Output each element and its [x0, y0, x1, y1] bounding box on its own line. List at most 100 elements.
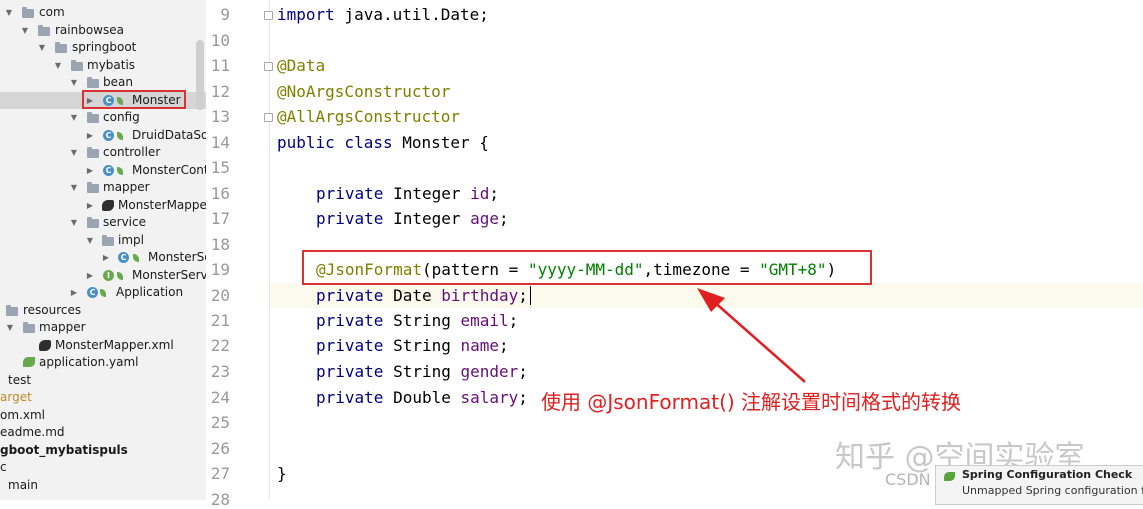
folder-icon — [71, 59, 83, 71]
chevron-down-icon[interactable]: ▼ — [4, 4, 14, 22]
code-token: private — [316, 388, 384, 407]
tree-item-label: config — [103, 110, 140, 124]
tree-item-monsterservice[interactable]: ▶ I MonsterServic — [0, 267, 206, 285]
chevron-right-icon[interactable]: ▶ — [85, 127, 95, 145]
code-token: private — [316, 362, 384, 381]
chevron-down-icon[interactable]: ▼ — [37, 39, 47, 57]
line-number: 14 — [210, 133, 230, 152]
chevron-right-icon[interactable]: ▶ — [85, 197, 95, 215]
line-number: 17 — [210, 209, 230, 228]
code-line-27[interactable]: } — [277, 464, 287, 483]
tree-item-mybatis[interactable]: ▼ mybatis — [0, 57, 206, 75]
tree-item-com[interactable]: ▼ com — [0, 4, 206, 22]
chevron-right-icon[interactable]: ▶ — [85, 162, 95, 180]
code-token: String — [383, 336, 461, 355]
tree-item-label: gboot_mybatispuls — [0, 442, 128, 457]
spring-config-notification[interactable]: Spring Configuration Check Unmapped Spri… — [935, 465, 1143, 505]
line-number: 20 — [210, 286, 230, 305]
tree-item-readme[interactable]: eadme.md — [0, 424, 206, 442]
fold-marker-icon[interactable] — [264, 11, 273, 20]
code-line-16[interactable]: private Integer id; — [316, 184, 499, 203]
tree-item-impl[interactable]: ▼ impl — [0, 232, 206, 250]
fold-marker-icon[interactable] — [264, 62, 273, 71]
chevron-down-icon[interactable]: ▼ — [5, 319, 15, 337]
chevron-down-icon[interactable]: ▼ — [53, 57, 63, 75]
tree-item-main[interactable]: main — [0, 477, 206, 495]
chevron-down-icon[interactable]: ▼ — [69, 144, 79, 162]
line-number: 25 — [210, 413, 230, 432]
chevron-down-icon[interactable]: ▼ — [69, 214, 79, 232]
code-line-20[interactable]: private Date birthday; — [316, 286, 528, 305]
tree-item-bean[interactable]: ▼ bean — [0, 74, 206, 92]
tree-item-label: DruidDataSour — [132, 127, 206, 142]
chevron-right-icon[interactable]: ▶ — [69, 284, 79, 302]
tree-item-monstercontroller[interactable]: ▶ C MonsterContro — [0, 162, 206, 180]
tree-item-springboot[interactable]: ▼ springboot — [0, 39, 206, 57]
code-line-13[interactable]: @AllArgsConstructor — [277, 107, 460, 126]
code-token: private — [316, 336, 384, 355]
tree-item-config[interactable]: ▼ config — [0, 109, 206, 127]
tree-item-label: mapper — [39, 320, 86, 334]
line-number: 16 — [210, 184, 230, 203]
code-token: birthday — [441, 286, 519, 305]
code-token: age — [470, 209, 500, 228]
code-token: ; — [518, 388, 528, 407]
code-line-22[interactable]: private String name; — [316, 336, 509, 355]
tree-item-mapper[interactable]: ▼ mapper — [0, 179, 206, 197]
folder-icon — [87, 112, 99, 123]
chevron-down-icon[interactable]: ▼ — [69, 74, 79, 92]
tree-item-label: MonsterMapper — [118, 197, 206, 212]
tree-item-monstermapper[interactable]: ▶ MonsterMapper — [0, 197, 206, 215]
tree-scrollbar[interactable] — [196, 40, 204, 110]
code-token: email — [460, 311, 509, 330]
code-line-9[interactable]: import java.util.Date; — [277, 5, 489, 24]
code-line-12[interactable]: @NoArgsConstructor — [277, 82, 450, 101]
chevron-right-icon[interactable]: ▶ — [85, 267, 95, 285]
tree-item-service[interactable]: ▼ service — [0, 214, 206, 232]
tree-item-target[interactable]: arget — [0, 389, 206, 407]
tree-item-application-yaml[interactable]: application.yaml — [0, 354, 206, 372]
tree-item-test[interactable]: test — [0, 372, 206, 390]
code-line-17[interactable]: private Integer age; — [316, 209, 509, 228]
code-line-23[interactable]: private String gender; — [316, 362, 528, 381]
tree-item-src[interactable]: c — [0, 459, 206, 477]
code-line-11[interactable]: @Data — [277, 56, 325, 75]
tree-item-label: springboot — [72, 40, 137, 54]
tree-item-mapper-resources[interactable]: ▼ mapper — [0, 319, 206, 337]
chevron-down-icon[interactable]: ▼ — [85, 232, 95, 250]
arrow-shaft — [711, 299, 806, 383]
tree-item-label: MonsterServic — [132, 267, 206, 282]
tree-item-application[interactable]: ▶ C Application — [0, 284, 206, 302]
fold-marker-icon[interactable] — [264, 113, 273, 122]
tree-item-monsterserviceimpl[interactable]: ▶ C MonsterSe — [0, 249, 206, 267]
spring-config-icon — [23, 357, 35, 367]
tree-item-label: application.yaml — [39, 355, 139, 369]
code-line-14[interactable]: public class Monster { — [277, 133, 489, 152]
line-number: 26 — [210, 439, 230, 458]
code-token: String — [383, 311, 461, 330]
tree-item-rainbowsea[interactable]: ▼ rainbowsea — [0, 22, 206, 40]
folder-icon — [87, 77, 99, 88]
chevron-right-icon[interactable]: ▶ — [101, 249, 111, 267]
chevron-down-icon[interactable]: ▼ — [69, 109, 79, 127]
code-line-24[interactable]: private Double salary; — [316, 388, 528, 407]
code-token: private — [316, 209, 384, 228]
folder-icon — [22, 7, 34, 18]
tree-item-label: mapper — [103, 180, 150, 194]
line-number: 27 — [210, 464, 230, 483]
chevron-down-icon[interactable]: ▼ — [20, 22, 30, 40]
code-line-21[interactable]: private String email; — [316, 311, 518, 330]
tree-item-druiddatasource[interactable]: ▶ C DruidDataSour — [0, 127, 206, 145]
class-icon: C — [103, 129, 114, 141]
tree-item-label: controller — [103, 145, 161, 159]
folder-icon — [23, 322, 35, 333]
code-token: gender — [460, 362, 519, 381]
chevron-down-icon[interactable]: ▼ — [69, 179, 79, 197]
tree-item-resources[interactable]: resources — [0, 302, 206, 320]
code-token: ; — [518, 362, 528, 381]
tree-item-project-root[interactable]: gboot_mybatispuls — [0, 442, 206, 460]
tree-item-monstermapper-xml[interactable]: MonsterMapper.xml — [0, 337, 206, 355]
tree-item-controller[interactable]: ▼ controller — [0, 144, 206, 162]
tree-item-pom-xml[interactable]: om.xml — [0, 407, 206, 425]
selection-highlight-box — [82, 90, 186, 109]
